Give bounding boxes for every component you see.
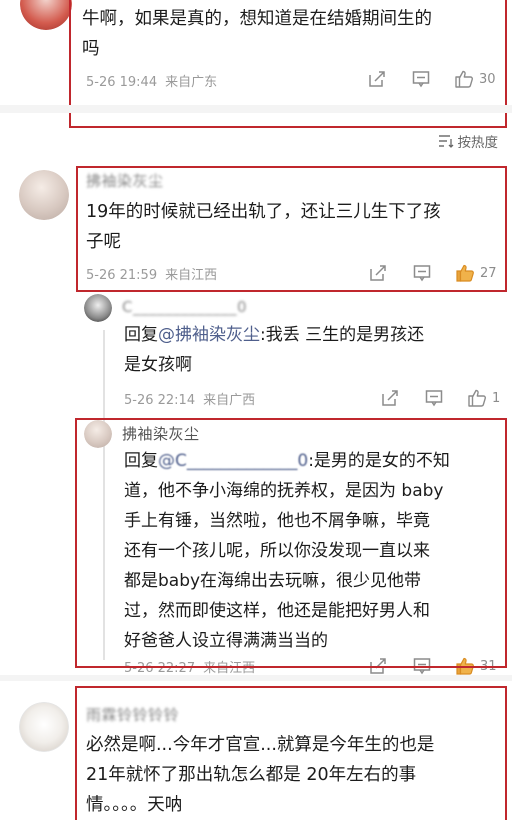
comment-button[interactable] [424,388,444,408]
sort-label: 按热度 [457,135,499,151]
reply-text: 回复@拂袖染灰尘:我丢 三生的是男孩还 是女孩啊 [124,325,425,375]
avatar[interactable] [20,0,72,30]
reply-date: 5-26 22:14 [124,393,196,408]
sort-by-hot[interactable]: 按热度 [438,131,499,151]
divider [0,675,512,681]
repost-icon [382,390,398,406]
like-count: 1 [492,390,501,406]
like-button[interactable]: 1 [466,387,500,409]
divider [0,105,512,113]
reply-meta: 5-26 22:14 来自广西 [124,389,255,408]
highlight-box [75,418,507,668]
avatar[interactable] [84,294,112,322]
avatar[interactable] [19,702,69,752]
repost-button[interactable] [380,388,400,408]
comment-icon [425,390,443,407]
avatar[interactable] [19,170,69,220]
highlight-box [76,166,507,292]
thumbs-up-icon [468,389,486,407]
reply-location: 来自广西 [203,393,256,408]
mention-link[interactable]: @拂袖染灰尘 [158,325,260,345]
reply-actions: 1 [380,387,500,409]
reply-prefix: 回复 [124,325,158,345]
highlight-box [75,686,507,820]
sort-icon [438,135,453,148]
reply-author[interactable]: C_____________0 [122,298,247,316]
